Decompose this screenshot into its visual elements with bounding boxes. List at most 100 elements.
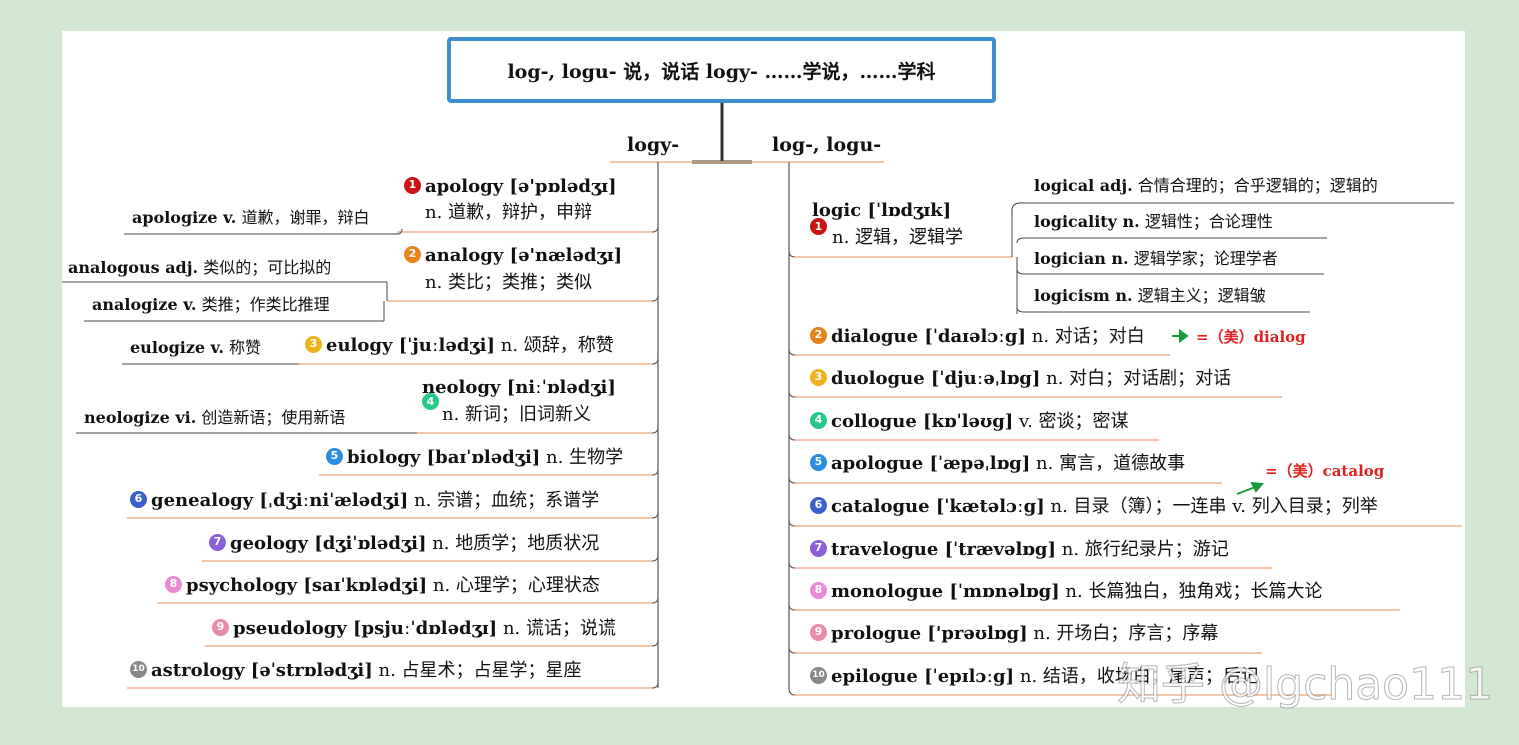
note-dialog: =（美）dialog (1196, 328, 1306, 346)
number-badge-icon: 5 (326, 447, 343, 465)
right-item-6: 6 catalogue [ˈkætəlɔːg] n. 目录（簿）；一连串 v. 列… (810, 496, 1378, 517)
right-sub-logicism: logicism n. 逻辑主义；逻辑皱 (1034, 286, 1266, 306)
meaning: n. 心理学；心理状态 (432, 575, 600, 596)
meaning: v. 密谈；密谋 (1019, 411, 1129, 432)
word: duologue [ˈdjuːəˌlɒg] (831, 368, 1041, 389)
left-item-10: 10 astrology [əˈstrɒlədʒi] n. 占星术；占星学；星座 (130, 660, 582, 681)
number-badge-icon: 2 (810, 326, 827, 344)
left-sub-apologize: apologize v. 道歉，谢罪，辩白 (132, 208, 369, 228)
meaning: n. 寓言，道德故事 (1036, 453, 1186, 474)
left-sub-neologize: neologize vi. 创造新语；使用新语 (84, 408, 345, 428)
right-item-5: 5 apologue [ˈæpəˌlɒg] n. 寓言，道德故事 (810, 453, 1186, 474)
word: psychology [saɪˈkɒlədʒi] (186, 575, 428, 596)
left-item-5: 5 biology [baɪˈɒlədʒi] n. 生物学 (326, 447, 624, 468)
sub-word: logician n. (1034, 249, 1129, 268)
sub-meaning: 逻辑学家；论理学者 (1133, 249, 1278, 268)
sub-meaning: 创造新语；使用新语 (201, 408, 346, 427)
word: biology [baɪˈɒlədʒi] (347, 447, 541, 468)
number-badge-icon: 7 (810, 539, 827, 557)
number-badge-icon: 9 (810, 623, 827, 641)
left-sub-eulogize: eulogize v. 称赞 (130, 338, 261, 358)
word: logic [ˈlɒdʒɪk] (812, 200, 952, 221)
number-badge-icon: 6 (810, 496, 827, 514)
right-item-2: 2 dialogue [ˈdaɪəlɔːg] n. 对话；对白 (810, 326, 1145, 347)
left-item-1: 1 apology [ə'pɒlədʒɪ] (404, 176, 617, 197)
branch-label-right: log-, logu- (772, 134, 882, 156)
number-badge-icon: 9 (212, 618, 229, 636)
mind-map-canvas: log-, logu- 说，说话 logy- ……学说，……学科 logy- l… (62, 31, 1494, 711)
word: geology [dʒiˈɒlədʒi] (230, 533, 427, 554)
right-sub-logician: logician n. 逻辑学家；论理学者 (1034, 249, 1278, 269)
word: collogue [kɒˈləʊg] (831, 411, 1014, 432)
word: apologue [ˈæpəˌlɒg] (831, 453, 1031, 474)
left-item-4: neology [niːˈɒlədʒi] (422, 378, 616, 398)
number-badge-icon: 4 (810, 411, 827, 429)
left-sub-analogize: analogize v. 类推；作类比推理 (92, 295, 330, 315)
number-badge-icon: 7 (209, 533, 226, 551)
right-sub-logical: logical adj. 合情合理的；合乎逻辑的；逻辑的 (1034, 176, 1378, 196)
sub-meaning: 称赞 (229, 338, 262, 357)
sub-word: logicality n. (1034, 212, 1140, 231)
left-item-7: 7 geology [dʒiˈɒlədʒi] n. 地质学；地质状况 (209, 533, 600, 554)
word: analogy [ə'nælədʒɪ] (425, 245, 623, 266)
number-badge-icon: 4 (422, 393, 439, 410)
meaning: n. 对白；对话剧；对话 (1046, 368, 1232, 389)
meaning: n. 地质学；地质状况 (432, 533, 600, 554)
word: travelogue [ˈtrævəlɒg] (831, 539, 1056, 560)
meaning: n. 旅行纪录片；游记 (1061, 539, 1229, 560)
left-item-6: 6 genealogy [ˌdʒiːniˈælədʒi] n. 宗谱；血统；系谱学 (130, 490, 600, 511)
meaning: n. 生物学 (546, 447, 624, 468)
word: genealogy [ˌdʒiːniˈælədʒi] (151, 490, 409, 511)
number-badge-icon: 1 (810, 218, 827, 235)
word: neology [niːˈɒlədʒi] (422, 377, 616, 398)
branch-label-left: logy- (627, 134, 680, 156)
left-item-1-meaning: n. 道歉，辩护，申辩 (425, 202, 593, 223)
sub-meaning: 合情合理的；合乎逻辑的；逻辑的 (1137, 176, 1378, 195)
left-item-4-meaning: n. 新词；旧词新义 (442, 404, 592, 425)
sub-meaning: 逻辑主义；逻辑皱 (1137, 286, 1266, 305)
left-item-2: 2 analogy [ə'nælədʒɪ] (404, 245, 623, 266)
right-item-4: 4 collogue [kɒˈləʊg] v. 密谈；密谋 (810, 411, 1129, 432)
word: epilogue [ˈepɪlɔːg] (831, 666, 1015, 687)
meaning: n. 占星术；占星学；星座 (378, 660, 582, 681)
meaning: n. 目录（簿）；一连串 v. 列入目录；列举 (1050, 496, 1378, 517)
sub-word: apologize v. (132, 208, 237, 227)
number-badge-icon: 10 (810, 666, 827, 684)
meaning: n. 开场白；序言；序幕 (1033, 623, 1219, 644)
sub-word: logical adj. (1034, 176, 1133, 195)
right-item-1-meaning: n. 逻辑，逻辑学 (832, 227, 964, 248)
sub-word: neologize vi. (84, 408, 197, 427)
word: astrology [əˈstrɒlədʒi] (151, 660, 373, 681)
number-badge-icon: 6 (130, 490, 147, 508)
word: prologue ['prəʊlɒg] (831, 623, 1028, 644)
number-badge-icon: 3 (305, 335, 322, 353)
sub-word: analogize v. (92, 295, 197, 314)
sub-meaning: 道歉，谢罪，辩白 (241, 208, 370, 227)
right-item-1: logic [ˈlɒdʒɪk] (812, 201, 951, 221)
number-badge-icon: 1 (404, 176, 421, 194)
sub-meaning: 类似的；可比拟的 (203, 258, 332, 277)
sub-word: eulogize v. (130, 338, 224, 357)
word: monologue [ˈmɒnəlɒg] (831, 581, 1060, 602)
sub-word: logicism n. (1034, 286, 1133, 305)
meaning: n. 谎话；说谎 (502, 618, 616, 639)
right-item-8: 8 monologue [ˈmɒnəlɒg] n. 长篇独白，独角戏；长篇大论 (810, 581, 1323, 602)
right-item-7: 7 travelogue [ˈtrævəlɒg] n. 旅行纪录片；游记 (810, 539, 1229, 560)
sub-word: analogous adj. (68, 258, 199, 277)
number-badge-icon: 2 (404, 245, 421, 263)
number-badge-icon: 10 (130, 660, 147, 678)
number-badge-icon: 3 (810, 368, 827, 386)
meaning: n. 宗谱；血统；系谱学 (414, 490, 600, 511)
meaning: n. 对话；对白 (1031, 326, 1145, 347)
meaning: n. 颂辞，称赞 (500, 335, 614, 356)
left-item-3: 3 eulogy [ˈjuːlədʒi] n. 颂辞，称赞 (305, 335, 614, 356)
left-item-2-meaning: n. 类比；类推；类似 (425, 272, 593, 293)
word: catalogue [ˈkætəlɔːg] (831, 496, 1045, 517)
word: eulogy [ˈjuːlədʒi] (326, 335, 495, 356)
right-item-9: 9 prologue ['prəʊlɒg] n. 开场白；序言；序幕 (810, 623, 1219, 644)
word: pseudology [psjuːˈdɒlədʒɪ] (233, 618, 498, 639)
watermark: 知乎 @lgchao111 (1116, 659, 1494, 711)
meaning: n. 长篇独白，独角戏；长篇大论 (1065, 581, 1323, 602)
right-sub-logicality: logicality n. 逻辑性；合论理性 (1034, 212, 1273, 232)
word: apology [ə'pɒlədʒɪ] (425, 176, 617, 197)
